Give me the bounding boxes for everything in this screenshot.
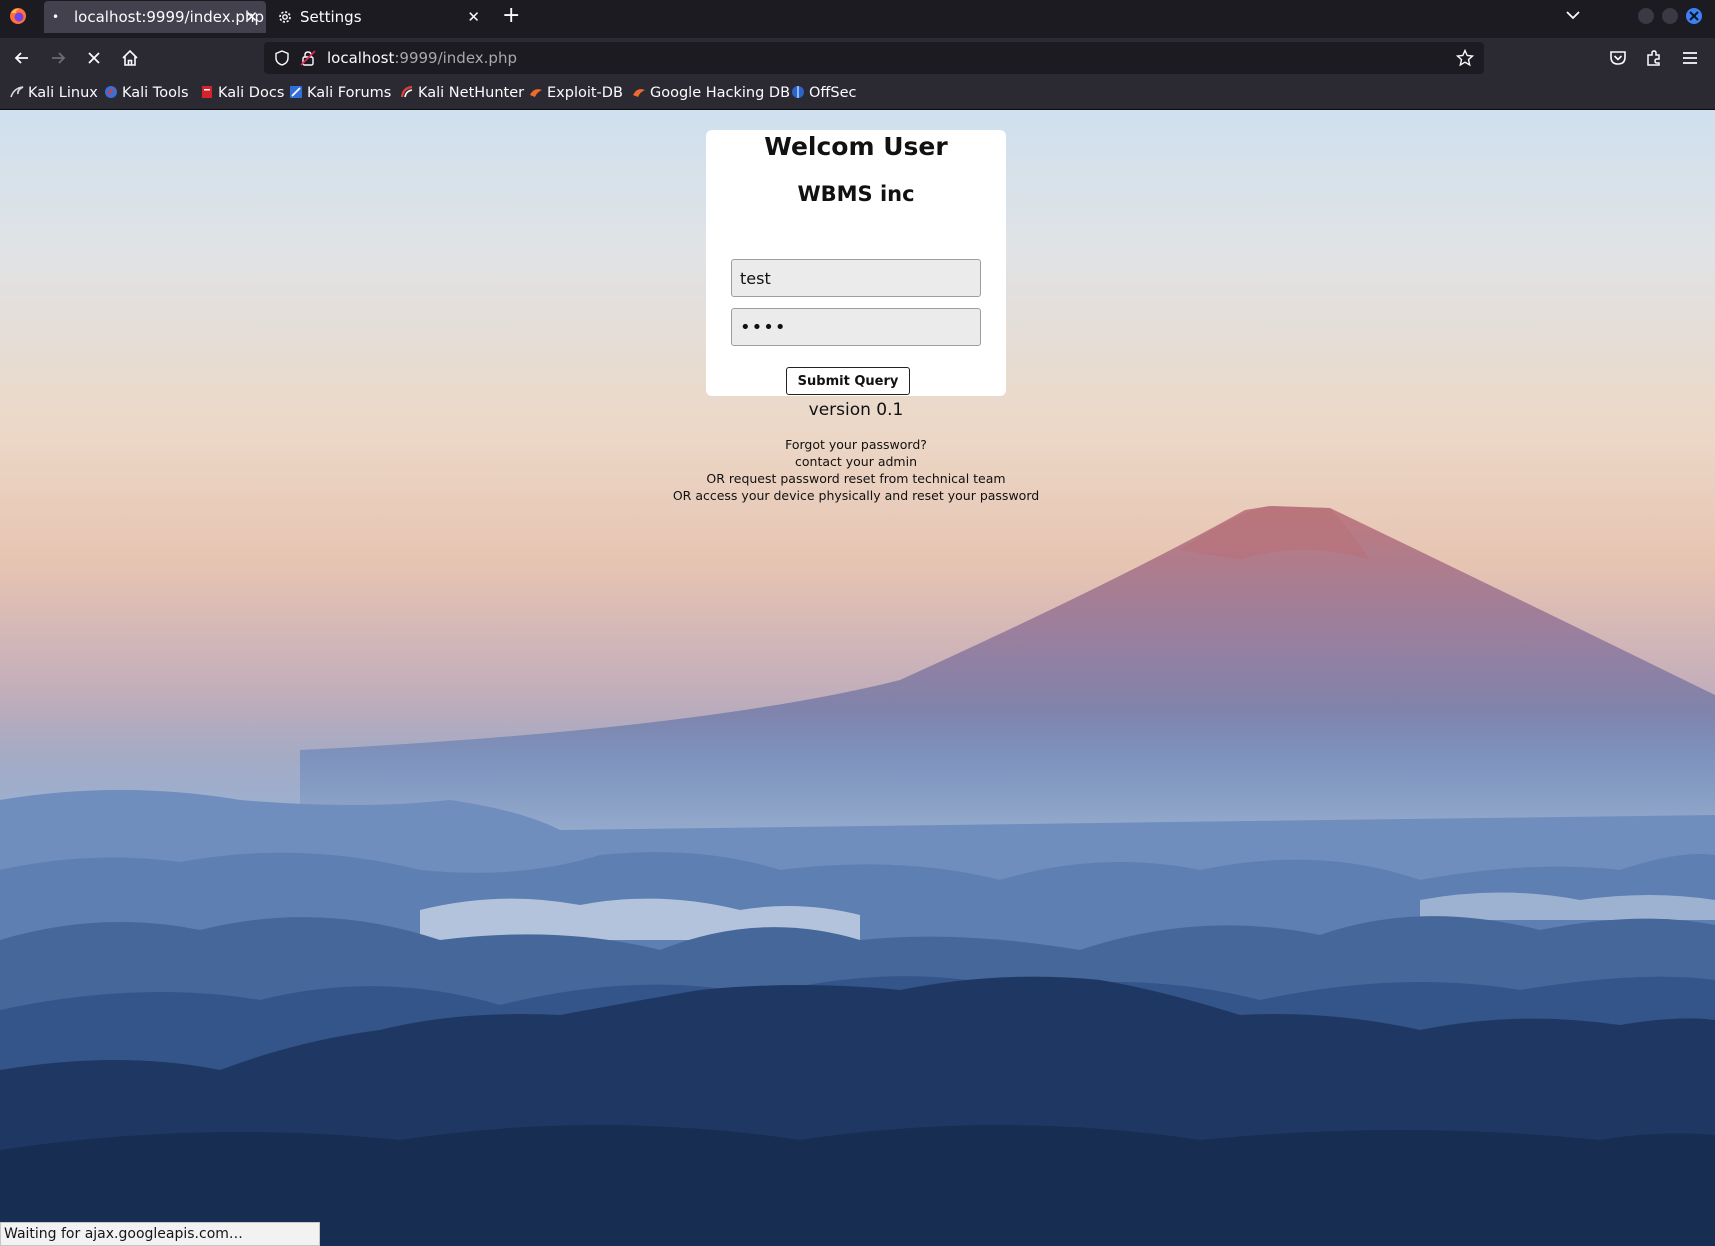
password-help-text: Forgot your password? contact your admin… [606, 436, 1106, 504]
window-close-button[interactable] [1686, 8, 1702, 24]
navigation-toolbar: localhost:9999/index.php [0, 38, 1715, 78]
kali-docs-icon [202, 86, 212, 98]
help-line: OR access your device physically and res… [672, 488, 1040, 503]
url-text[interactable]: localhost:9999/index.php [327, 42, 517, 74]
bookmark-label: Kali Docs [218, 85, 285, 101]
tab-label: Settings [300, 8, 362, 26]
tab-bar: • localhost:9999/index.php ✕ Settings ✕ … [0, 0, 1715, 33]
tab-close-icon[interactable]: ✕ [245, 1, 258, 33]
exploit-db-icon [530, 89, 542, 97]
bookmark-label: Kali Forums [307, 85, 392, 101]
bookmark-kali-docs[interactable]: Kali Docs [200, 78, 284, 109]
url-path: :9999/index.php [394, 49, 517, 67]
help-line: contact your admin [795, 454, 917, 469]
submit-query-button[interactable]: Submit Query [786, 367, 910, 395]
bookmark-label: Exploit-DB [547, 85, 623, 101]
url-bar[interactable]: localhost:9999/index.php [264, 42, 1484, 74]
login-card: Welcom User WBMS inc Submit Query [706, 130, 1006, 396]
bookmark-label: Kali NetHunter [418, 85, 525, 101]
ghdb-icon [633, 89, 645, 97]
minimize-button[interactable] [1638, 8, 1654, 24]
extensions-icon[interactable] [1644, 48, 1664, 68]
forward-arrow-icon[interactable] [48, 48, 68, 68]
page-title: Welcom User [764, 132, 948, 161]
menu-hamburger-icon[interactable] [1680, 48, 1700, 68]
version-label: version 0.1 [808, 400, 904, 420]
bookmark-google-hacking-db[interactable]: Google Hacking DB [632, 78, 790, 109]
lock-insecure-icon[interactable] [300, 50, 316, 66]
maximize-button[interactable] [1662, 8, 1678, 24]
kali-forums-icon [290, 86, 302, 98]
bookmark-label: Kali Tools [122, 85, 189, 101]
new-tab-icon[interactable]: + [502, 2, 520, 30]
kali-dragon-icon [10, 86, 24, 98]
chevron-down-icon[interactable] [1564, 6, 1582, 24]
help-line: Forgot your password? [785, 437, 927, 452]
bookmark-kali-forums[interactable]: Kali Forums [289, 78, 391, 109]
bookmark-label: Kali Linux [28, 85, 98, 101]
close-icon [1689, 11, 1699, 21]
bookmark-kali-tools[interactable]: Kali Tools [104, 78, 189, 109]
password-input[interactable] [731, 308, 981, 346]
bookmark-star-icon[interactable] [1456, 49, 1474, 67]
kali-tools-icon [105, 86, 117, 98]
tab-localhost[interactable]: • localhost:9999/index.php ✕ [44, 1, 266, 33]
username-input[interactable] [731, 259, 981, 297]
bookmark-kali-linux[interactable]: Kali Linux [10, 78, 98, 109]
nethunter-icon [400, 85, 413, 98]
offsec-icon [792, 86, 804, 98]
tab-label: localhost:9999/index.php [74, 8, 264, 26]
status-bar: Waiting for ajax.googleapis.com… [0, 1222, 320, 1246]
back-arrow-icon[interactable] [12, 48, 32, 68]
company-name: WBMS inc [797, 182, 915, 206]
gear-icon [279, 11, 291, 23]
firefox-icon[interactable] [9, 7, 27, 25]
bookmark-label: OffSec [809, 85, 857, 101]
tab-settings[interactable]: Settings ✕ [272, 1, 488, 33]
bookmark-offsec[interactable]: OffSec [791, 78, 857, 109]
bookmark-exploit-db[interactable]: Exploit-DB [529, 78, 623, 109]
tab-close-icon[interactable]: ✕ [467, 1, 480, 33]
page-viewport: Welcom User WBMS inc Submit Query versio… [0, 110, 1715, 1246]
bookmarks-toolbar: Kali Linux Kali Tools Kali Docs Kali For… [0, 78, 1715, 110]
home-icon[interactable] [120, 48, 140, 68]
bookmark-kali-nethunter[interactable]: Kali NetHunter [400, 78, 524, 109]
shield-icon[interactable] [274, 50, 290, 66]
help-line: OR request password reset from technical… [706, 471, 1006, 486]
loading-dot-icon: • [52, 10, 60, 24]
bookmark-label: Google Hacking DB [650, 85, 791, 101]
pocket-icon[interactable] [1608, 48, 1628, 68]
url-host: localhost [327, 49, 395, 67]
stop-loading-icon[interactable] [84, 48, 104, 68]
